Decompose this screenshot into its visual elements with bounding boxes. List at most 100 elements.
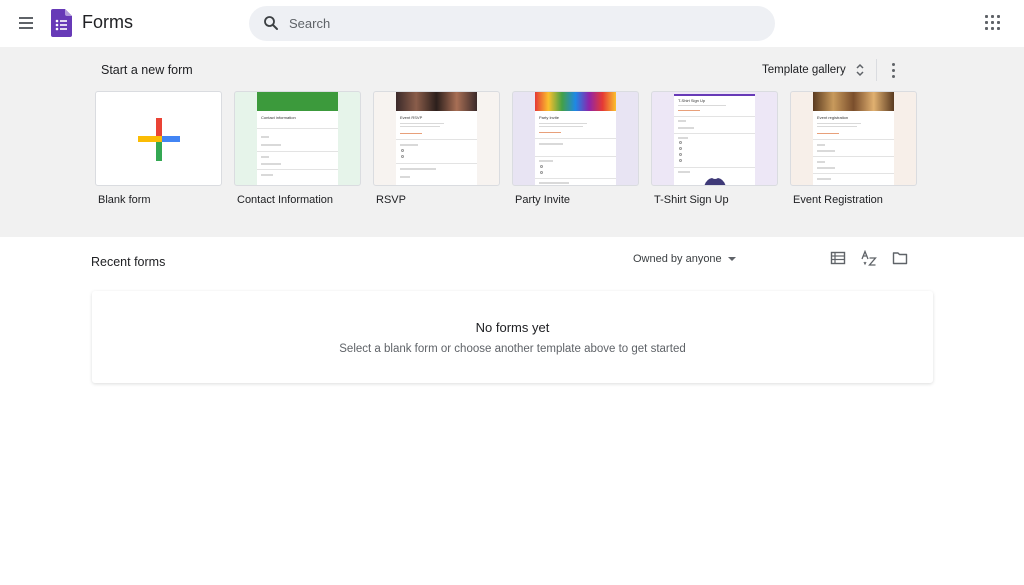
radio-icon: [401, 149, 404, 152]
template-card-t-shirt-sign-up[interactable]: T-Shirt Sign Up T-Shirt Sign Up: [651, 91, 778, 206]
preview-line: [400, 126, 440, 127]
template-preview-title: Contact information: [261, 115, 296, 120]
radio-icon: [540, 165, 543, 168]
template-thumbnail[interactable]: Contact information: [234, 91, 361, 186]
preview-line: [678, 110, 700, 111]
preview-line: [678, 127, 694, 129]
template-label: T-Shirt Sign Up: [654, 194, 729, 206]
preview-line: [539, 182, 569, 184]
search-icon[interactable]: [262, 14, 280, 32]
preview-line: [817, 144, 825, 146]
template-card-blank[interactable]: Blank form: [95, 91, 222, 206]
preview-line: [817, 133, 839, 134]
preview-line: [539, 126, 583, 127]
preview-divider: [813, 156, 894, 157]
preview-line: [400, 133, 422, 134]
sort-az-icon[interactable]: [861, 250, 877, 266]
recent-forms-title: Recent forms: [91, 255, 166, 269]
preview-line: [678, 120, 686, 122]
preview-divider: [674, 167, 755, 168]
preview-divider: [813, 173, 894, 174]
preview-line: [817, 126, 857, 127]
preview-divider: [535, 138, 616, 139]
preview-line: [400, 123, 444, 124]
radio-icon: [679, 153, 682, 156]
preview-line: [817, 178, 831, 180]
empty-state-card: No forms yet Select a blank form or choo…: [92, 291, 933, 383]
template-thumbnail[interactable]: Event registration: [790, 91, 917, 186]
template-card-rsvp[interactable]: Event RSVP RSVP: [373, 91, 500, 206]
preview-line: [261, 144, 281, 146]
preview-line: [678, 105, 726, 106]
radio-icon: [679, 159, 682, 162]
owner-filter-label: Owned by anyone: [633, 253, 722, 265]
template-label: Event Registration: [793, 194, 883, 206]
template-card-party-invite[interactable]: Party Invite Party Invite: [512, 91, 639, 206]
owner-filter-dropdown[interactable]: Owned by anyone: [633, 252, 736, 266]
preview-divider: [674, 133, 755, 134]
dropdown-arrow-icon: [727, 257, 736, 261]
template-section: Start a new form Template gallery Blank …: [0, 47, 1024, 237]
list-view-icon[interactable]: [830, 250, 846, 266]
preview-divider: [257, 128, 338, 129]
t-shirt-icon: [704, 178, 726, 185]
preview-line: [400, 144, 418, 146]
start-new-form-label: Start a new form: [101, 63, 193, 77]
preview-line: [817, 167, 835, 169]
radio-icon: [679, 147, 682, 150]
template-banner: [813, 92, 894, 111]
preview-divider: [674, 116, 755, 117]
radio-icon: [679, 141, 682, 144]
search-bar[interactable]: [249, 6, 775, 41]
preview-line: [817, 161, 825, 163]
template-gallery-button[interactable]: Template gallery: [762, 61, 865, 79]
search-input[interactable]: [289, 6, 759, 41]
preview-divider: [257, 151, 338, 152]
radio-icon: [540, 171, 543, 174]
preview-line: [261, 136, 269, 138]
template-preview-title: Party Invite: [539, 115, 560, 120]
preview-line: [539, 123, 587, 124]
preview-line: [678, 171, 690, 173]
template-preview-title: T-Shirt Sign Up: [678, 98, 706, 103]
plus-icon: [138, 118, 180, 161]
preview-line: [539, 143, 563, 145]
preview-line: [817, 123, 861, 124]
preview-line: [261, 174, 273, 176]
top-bar: Forms: [0, 0, 1024, 47]
empty-state-title: No forms yet: [475, 320, 550, 335]
template-thumbnail[interactable]: T-Shirt Sign Up: [651, 91, 778, 186]
template-card-contact-information[interactable]: Contact information Contact Information: [234, 91, 361, 206]
preview-line: [817, 150, 835, 152]
preview-line: [400, 168, 436, 170]
preview-line: [261, 156, 269, 158]
preview-line: [539, 160, 553, 162]
preview-divider: [396, 163, 477, 164]
template-label: Party Invite: [515, 194, 571, 206]
template-preview-title: Event registration: [817, 115, 849, 120]
unfold-more-icon: [856, 63, 864, 77]
template-card-event-registration[interactable]: Event registration Event Registration: [790, 91, 917, 206]
folder-icon[interactable]: [892, 250, 908, 266]
preview-line: [261, 163, 281, 165]
preview-divider: [396, 139, 477, 140]
preview-line: [539, 132, 561, 133]
main-menu-icon[interactable]: [15, 11, 39, 35]
preview-divider: [535, 178, 616, 179]
more-options-icon[interactable]: [887, 60, 901, 80]
template-banner: [257, 92, 338, 111]
template-preview-title: Event RSVP: [400, 115, 423, 120]
google-apps-icon[interactable]: [983, 13, 1003, 33]
template-thumbnail[interactable]: Event RSVP: [373, 91, 500, 186]
toolbar-divider: [876, 59, 877, 81]
template-label: Contact Information: [237, 194, 333, 206]
preview-line: [400, 176, 410, 178]
radio-icon: [401, 155, 404, 158]
app-title[interactable]: Forms: [82, 12, 133, 33]
preview-divider: [257, 169, 338, 170]
template-thumbnail[interactable]: Party Invite: [512, 91, 639, 186]
forms-logo-icon[interactable]: [51, 9, 72, 37]
template-label: RSVP: [376, 194, 406, 206]
template-thumbnail[interactable]: [95, 91, 222, 186]
preview-divider: [813, 139, 894, 140]
